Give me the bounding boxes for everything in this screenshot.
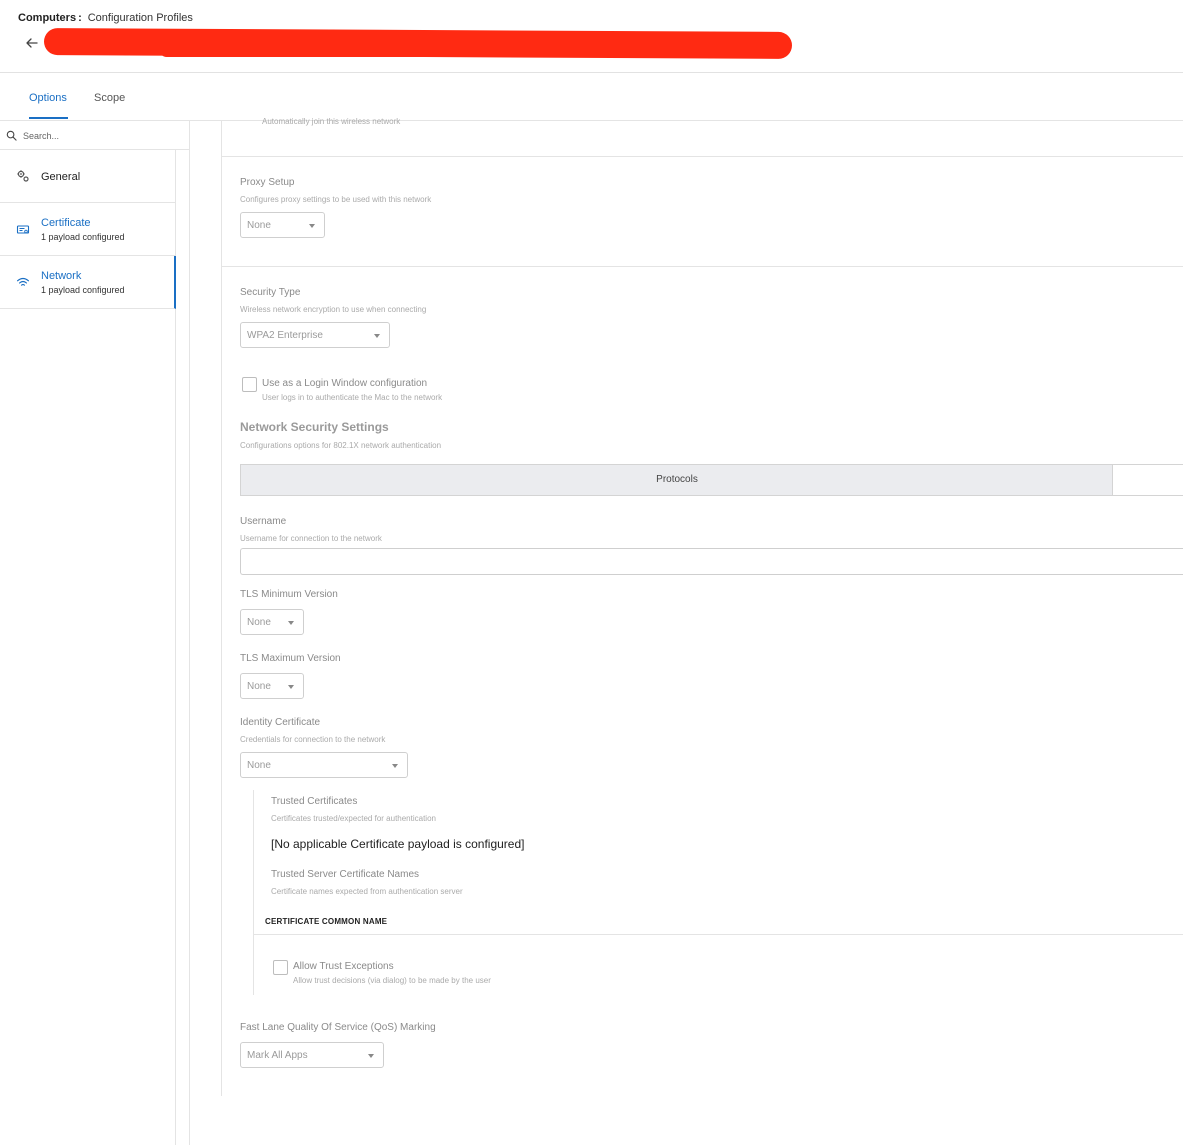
nested-section-border [253, 790, 254, 995]
security-settings-tab-bar: Protocols [240, 464, 1183, 496]
tls-minimum-label: TLS Minimum Version [240, 589, 338, 600]
certificate-icon [16, 225, 30, 234]
proxy-setup-select[interactable]: None [240, 212, 325, 238]
sidebar-item-general[interactable]: General [0, 150, 175, 203]
allow-trust-exceptions-description: Allow trust decisions (via dialog) to be… [293, 976, 491, 985]
sidebar-item-label: Certificate [41, 217, 91, 229]
payload-sidebar: General Certificate 1 payload configured… [0, 150, 176, 1145]
chevron-down-icon [374, 334, 380, 338]
select-value: None [247, 220, 271, 231]
sidebar-item-certificate[interactable]: Certificate 1 payload configured [0, 203, 175, 256]
breadcrumb-separator: : [78, 12, 82, 24]
chevron-down-icon [368, 1054, 374, 1058]
tab-protocols[interactable]: Protocols [241, 465, 1113, 495]
trusted-certificates-label: Trusted Certificates [271, 796, 358, 807]
username-label: Username [240, 516, 287, 527]
security-type-label: Security Type [240, 287, 301, 298]
breadcrumb-computers-link[interactable]: Computers [18, 12, 76, 24]
chevron-down-icon [309, 224, 315, 228]
sidebar-item-network[interactable]: Network 1 payload configured [0, 256, 176, 309]
tls-maximum-select[interactable]: None [240, 673, 304, 699]
qos-marking-select[interactable]: Mark All Apps [240, 1042, 384, 1068]
tab-options[interactable]: Options [29, 92, 67, 104]
proxy-setup-description: Configures proxy settings to be used wit… [240, 195, 432, 204]
search-icon [6, 130, 17, 141]
login-window-label: Use as a Login Window configuration [262, 378, 428, 389]
login-window-checkbox[interactable] [242, 377, 257, 392]
wifi-icon [16, 277, 30, 286]
identity-certificate-select[interactable]: None [240, 752, 408, 778]
select-value: None [247, 760, 271, 771]
breadcrumb: Computers: Configuration Profiles [18, 12, 193, 24]
allow-trust-exceptions-label: Allow Trust Exceptions [293, 961, 394, 972]
active-tab-indicator [29, 117, 68, 119]
content-border [221, 121, 222, 1096]
select-value: None [247, 681, 271, 692]
no-certificate-message: [No applicable Certificate payload is co… [271, 837, 525, 851]
username-description: Username for connection to the network [240, 534, 382, 543]
trusted-certificates-description: Certificates trusted/expected for authen… [271, 814, 436, 823]
trusted-server-names-label: Trusted Server Certificate Names [271, 869, 420, 880]
security-type-select[interactable]: WPA2 Enterprise [240, 322, 390, 348]
section-divider [222, 156, 1183, 157]
chevron-down-icon [288, 685, 294, 689]
sidebar-scroll-gutter [176, 150, 190, 1145]
identity-certificate-label: Identity Certificate [240, 717, 321, 728]
allow-trust-exceptions-checkbox[interactable] [273, 960, 288, 975]
sidebar-item-status: 1 payload configured [41, 232, 125, 242]
network-security-settings-description: Configurations options for 802.1X networ… [240, 441, 442, 450]
tls-minimum-select[interactable]: None [240, 609, 304, 635]
tls-maximum-label: TLS Maximum Version [240, 653, 341, 664]
trusted-server-names-description: Certificate names expected from authenti… [271, 887, 463, 896]
sidebar-search [0, 121, 190, 150]
chevron-down-icon [392, 764, 398, 768]
username-field[interactable] [240, 548, 1183, 575]
identity-certificate-description: Credentials for connection to the networ… [240, 735, 386, 744]
gears-icon [17, 170, 29, 182]
sidebar-item-label: Network [41, 270, 82, 282]
chevron-down-icon [288, 621, 294, 625]
sidebar-item-status: 1 payload configured [41, 285, 125, 295]
network-security-settings-title: Network Security Settings [240, 420, 389, 434]
sidebar-item-label: General [41, 171, 81, 183]
breadcrumb-configuration-profiles[interactable]: Configuration Profiles [88, 12, 193, 24]
select-value: None [247, 617, 271, 628]
security-type-description: Wireless network encryption to use when … [240, 305, 427, 314]
certificate-common-name-column-header: CERTIFICATE COMMON NAME [265, 917, 388, 926]
search-input[interactable] [23, 128, 183, 144]
tab-bar: Options Scope [0, 73, 1183, 121]
tab-protocols-label: Protocols [656, 474, 698, 485]
qos-marking-label: Fast Lane Quality Of Service (QoS) Marki… [240, 1022, 436, 1033]
back-arrow-icon[interactable] [24, 35, 40, 51]
page-header: Computers: Configuration Profiles [0, 0, 1183, 73]
redacted-profile-title [43, 28, 793, 59]
table-header-divider [253, 934, 1183, 935]
select-value: WPA2 Enterprise [247, 330, 323, 341]
auto-join-description: Automatically join this wireless network [262, 117, 401, 126]
section-divider [222, 266, 1183, 267]
select-value: Mark All Apps [247, 1050, 308, 1061]
proxy-setup-label: Proxy Setup [240, 177, 295, 188]
login-window-description: User logs in to authenticate the Mac to … [262, 393, 443, 402]
tab-scope[interactable]: Scope [94, 92, 125, 104]
